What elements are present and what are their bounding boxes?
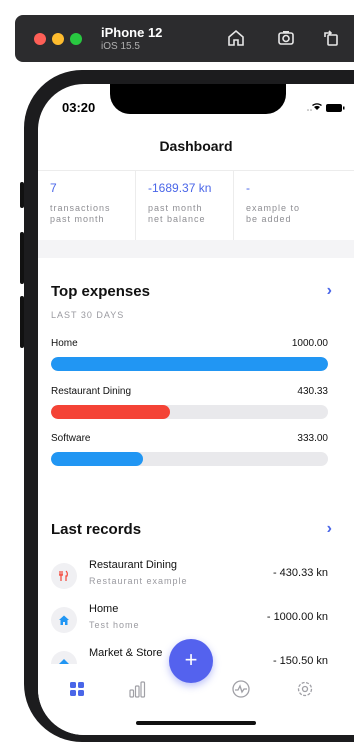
expense-item: Restaurant Dining 430.33 xyxy=(51,386,328,419)
silent-switch xyxy=(20,182,24,208)
volume-up-button xyxy=(20,232,24,284)
record-name: Market & Store xyxy=(89,647,163,659)
top-expenses-chevron-right-icon[interactable]: › xyxy=(327,282,332,300)
status-icons xyxy=(306,100,346,118)
activity-icon[interactable] xyxy=(228,678,254,700)
notch xyxy=(110,84,286,114)
add-record-button[interactable]: + xyxy=(169,639,213,683)
record-amount: - 430.33 kn xyxy=(272,567,328,579)
stat-label: example to be added xyxy=(246,203,301,224)
expense-bar-fill xyxy=(51,452,144,466)
record-item[interactable]: Home Test home - 1000.00 kn xyxy=(51,603,328,639)
volume-down-button xyxy=(20,296,24,348)
chart-icon[interactable] xyxy=(124,678,150,700)
expense-value: 1000.00 xyxy=(291,338,328,349)
status-time: 03:20 xyxy=(62,100,96,115)
section-divider xyxy=(38,240,354,258)
device-name: iPhone 12 xyxy=(101,25,163,40)
expense-name: Home xyxy=(51,338,78,349)
close-window-button[interactable] xyxy=(34,33,46,45)
minimize-window-button[interactable] xyxy=(52,33,64,45)
expense-value: 333.00 xyxy=(297,433,328,444)
stat-net-balance: -1689.37 kn past month net balance xyxy=(136,171,234,241)
os-version: iOS 15.5 xyxy=(101,41,140,52)
last-records-title: Last records xyxy=(51,521,142,538)
expense-bar-track xyxy=(51,357,328,371)
app-screen: 03:20 Dashboard 7 transactions past month… xyxy=(38,84,354,735)
record-description: Restaurant example xyxy=(89,576,188,586)
home-icon[interactable] xyxy=(226,28,246,48)
last-records-chevron-right-icon[interactable]: › xyxy=(327,520,332,538)
expense-name: Software xyxy=(51,433,91,444)
home-icon xyxy=(51,607,77,633)
expense-item: Home 1000.00 xyxy=(51,338,328,371)
expense-item: Software 333.00 xyxy=(51,433,328,466)
record-description: Test home xyxy=(89,620,140,630)
expense-bar-track xyxy=(51,452,328,466)
record-amount: - 1000.00 kn xyxy=(266,611,328,623)
stat-value: -1689.37 kn xyxy=(148,181,212,195)
wifi-battery-icon xyxy=(307,103,345,112)
expense-name: Restaurant Dining xyxy=(51,386,132,397)
stat-label: transactions past month xyxy=(50,203,111,224)
record-item[interactable]: Restaurant Dining Restaurant example - 4… xyxy=(51,559,328,595)
home-indicator xyxy=(136,721,256,725)
stat-placeholder: - example to be added xyxy=(234,171,332,241)
expense-bar-fill xyxy=(51,405,171,419)
expense-bar-fill xyxy=(51,357,328,371)
screenshot-icon[interactable] xyxy=(276,28,296,48)
stats-row: 7 transactions past month -1689.37 kn pas… xyxy=(38,170,354,242)
top-expenses-title: Top expenses xyxy=(51,283,150,300)
settings-icon[interactable] xyxy=(292,678,318,700)
dashboard-icon[interactable] xyxy=(64,678,90,700)
rotate-icon[interactable] xyxy=(321,28,341,48)
stat-value: 7 xyxy=(50,181,57,195)
stat-value: - xyxy=(246,181,250,195)
page-title: Dashboard xyxy=(159,138,233,154)
top-expenses-subtitle: LAST 30 DAYS xyxy=(51,310,125,320)
zoom-window-button[interactable] xyxy=(70,33,82,45)
stat-label: past month net balance xyxy=(148,203,206,224)
record-name: Restaurant Dining xyxy=(89,559,178,571)
simulator-toolbar: iPhone 12 iOS 15.5 xyxy=(15,15,354,62)
fork-knife-icon xyxy=(51,563,77,589)
stat-transactions: 7 transactions past month xyxy=(38,171,136,241)
record-name: Home xyxy=(89,603,119,615)
expense-value: 430.33 xyxy=(297,386,328,397)
expense-bar-track xyxy=(51,405,328,419)
